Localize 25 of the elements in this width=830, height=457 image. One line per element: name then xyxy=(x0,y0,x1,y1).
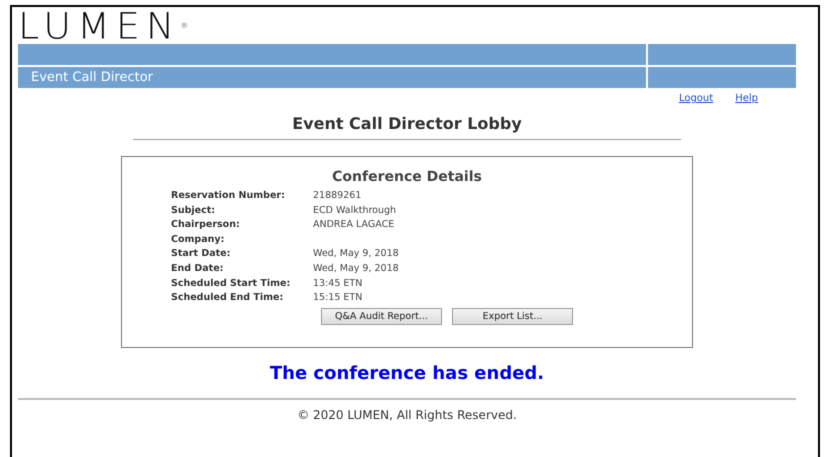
field-value: 21889261 xyxy=(313,190,362,201)
field-label: Chairperson: xyxy=(171,218,241,232)
field-value: ANDREA LAGACE xyxy=(313,219,394,230)
status-message: The conference has ended. xyxy=(270,363,544,384)
field-label: Subject: xyxy=(171,204,216,218)
field-value: 15:15 ETN xyxy=(313,292,362,304)
field-value: ECD Walkthrough xyxy=(313,204,396,216)
app-title: Event Call Director xyxy=(30,70,153,85)
panel-title: Conference Details xyxy=(331,169,483,185)
field-label: Reservation Number: xyxy=(171,189,286,203)
field-label: Scheduled End Time: xyxy=(171,291,284,306)
page-title: Event Call Director Lobby xyxy=(133,114,681,140)
field-value: Wed, May 9, 2018 xyxy=(313,248,399,260)
field-label: Start Date: xyxy=(171,247,232,262)
field-label: Scheduled Start Time: xyxy=(171,276,292,291)
copyright-text: © 2020 LUMEN, All Rights Reserved. xyxy=(297,408,517,422)
field-value: Wed, May 9, 2018 xyxy=(313,262,399,274)
field-value: 13:45 ETN xyxy=(313,278,362,289)
action-button[interactable]: Q&A Audit Report... xyxy=(321,308,442,325)
field-label: End Date: xyxy=(171,262,224,276)
field-label: Company: xyxy=(171,232,226,247)
action-button[interactable]: Export List... xyxy=(452,308,573,325)
nav-link[interactable]: Logout xyxy=(678,93,714,104)
lumen-logo: LUMEN$^{®}$ xyxy=(18,8,188,44)
nav-link[interactable]: Help xyxy=(735,93,758,104)
